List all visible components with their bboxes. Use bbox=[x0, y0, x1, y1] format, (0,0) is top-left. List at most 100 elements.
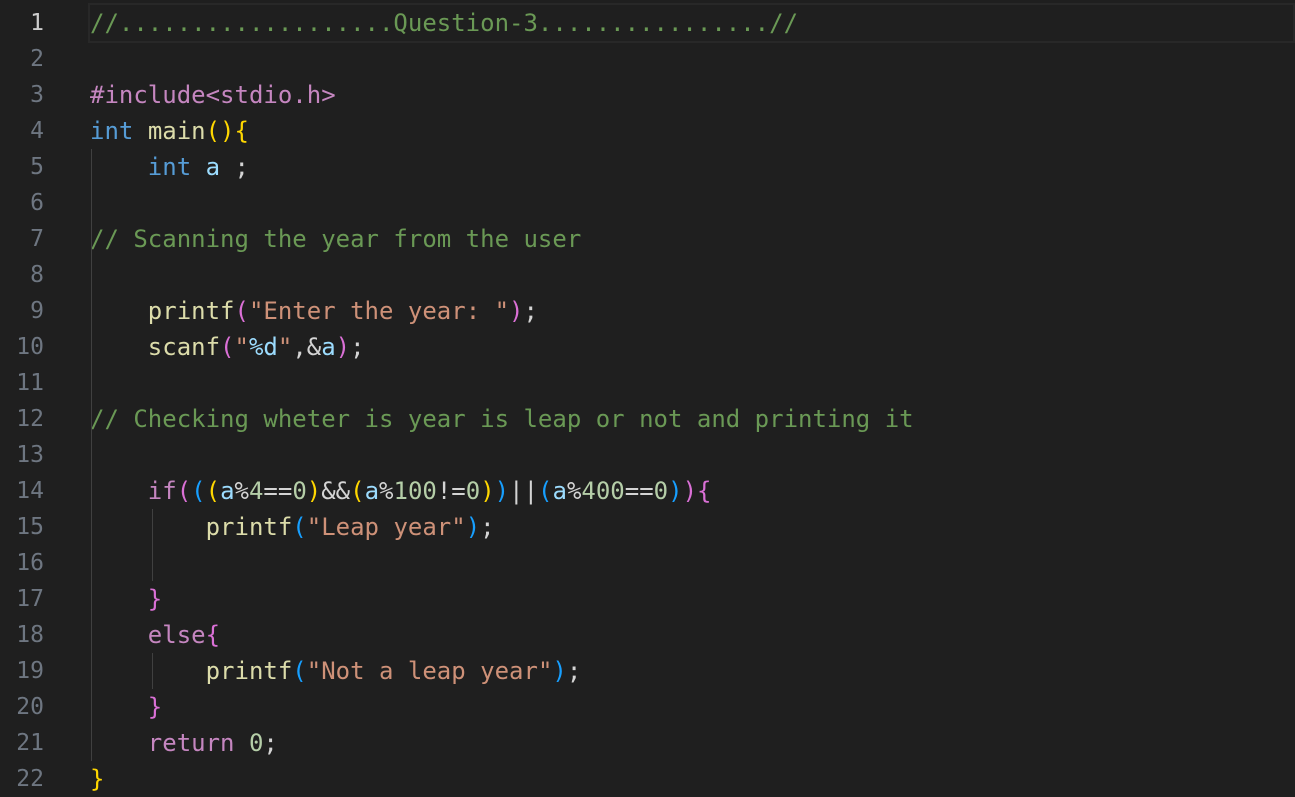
code-token: ,& bbox=[292, 333, 322, 361]
code-line[interactable] bbox=[90, 185, 1295, 221]
code-line[interactable]: return 0; bbox=[90, 725, 1295, 761]
code-token: ( bbox=[538, 477, 553, 505]
code-token: ) bbox=[494, 477, 510, 505]
code-line[interactable] bbox=[90, 437, 1295, 473]
code-token: ; bbox=[263, 729, 278, 757]
code-token: ( bbox=[234, 297, 249, 325]
code-token: %d bbox=[248, 333, 278, 361]
line-number: 5 bbox=[30, 154, 44, 180]
code-line[interactable]: } bbox=[90, 581, 1295, 617]
code-token: main bbox=[147, 117, 206, 145]
code-line[interactable]: if(((a%4==0)&&(a%100!=0))||(a%400==0)){ bbox=[90, 473, 1295, 509]
code-line[interactable]: } bbox=[90, 689, 1295, 725]
code-token: ( bbox=[292, 657, 307, 685]
line-number: 13 bbox=[16, 442, 44, 468]
code-token: if bbox=[147, 477, 177, 505]
code-line[interactable]: printf("Enter the year: "); bbox=[90, 293, 1295, 329]
code-token: // Checking wheter is year is leap or no… bbox=[90, 405, 914, 433]
code-token: { bbox=[205, 621, 221, 649]
code-area[interactable]: //...................Question-3.........… bbox=[88, 3, 1295, 797]
code-token: int bbox=[147, 153, 192, 181]
code-token: ( bbox=[191, 477, 206, 505]
code-line[interactable]: } bbox=[90, 761, 1295, 797]
code-token: % bbox=[234, 477, 249, 505]
code-token: ) bbox=[480, 477, 495, 505]
code-token: return bbox=[147, 729, 235, 757]
code-token: a bbox=[364, 477, 380, 505]
code-token: % bbox=[379, 477, 394, 505]
code-token: } bbox=[147, 585, 163, 613]
code-line[interactable]: printf("Leap year"); bbox=[90, 509, 1295, 545]
code-line[interactable] bbox=[90, 365, 1295, 401]
code-token: ) bbox=[682, 477, 698, 505]
code-line[interactable]: printf("Not a leap year"); bbox=[90, 653, 1295, 689]
line-number: 1 bbox=[30, 10, 44, 36]
code-line[interactable]: // Checking wheter is year is leap or no… bbox=[90, 401, 1295, 437]
line-number: 3 bbox=[30, 82, 44, 108]
code-token: " bbox=[277, 333, 293, 361]
line-number: 20 bbox=[16, 694, 44, 720]
code-token: " bbox=[234, 333, 249, 361]
line-number: 10 bbox=[16, 334, 44, 360]
code-token: ; bbox=[350, 333, 365, 361]
code-line[interactable]: int a ; bbox=[90, 149, 1295, 185]
code-token: 4 bbox=[248, 477, 264, 505]
code-token: && bbox=[321, 477, 351, 505]
code-token: () bbox=[205, 117, 235, 145]
code-token: a bbox=[552, 477, 567, 505]
line-number: 9 bbox=[30, 298, 44, 324]
code-token: ; bbox=[523, 297, 538, 325]
code-line[interactable] bbox=[90, 545, 1295, 581]
code-line[interactable] bbox=[90, 257, 1295, 293]
indent-guide bbox=[152, 509, 153, 581]
line-number: 15 bbox=[16, 514, 44, 540]
code-line[interactable]: #include<stdio.h> bbox=[90, 77, 1295, 113]
code-token: printf bbox=[205, 513, 293, 541]
code-line[interactable]: else{ bbox=[90, 617, 1295, 653]
code-line[interactable]: //...................Question-3.........… bbox=[88, 3, 1295, 43]
code-line[interactable]: int main(){ bbox=[90, 113, 1295, 149]
line-number: 11 bbox=[16, 370, 44, 396]
code-token: { bbox=[697, 477, 712, 505]
code-token: == bbox=[263, 477, 293, 505]
code-token: a bbox=[220, 477, 235, 505]
code-token: 0 bbox=[465, 477, 481, 505]
line-number: 14 bbox=[16, 478, 44, 504]
code-token: printf bbox=[147, 297, 235, 325]
line-number: 6 bbox=[30, 190, 44, 216]
code-line[interactable]: scanf("%d",&a); bbox=[90, 329, 1295, 365]
code-token: ) bbox=[306, 477, 322, 505]
code-line[interactable] bbox=[90, 41, 1295, 77]
code-token: #include<stdio.h> bbox=[90, 81, 336, 109]
line-number: 18 bbox=[16, 622, 44, 648]
code-token: } bbox=[90, 765, 105, 793]
code-token: ) bbox=[552, 657, 567, 685]
code-token: ; bbox=[566, 657, 582, 685]
line-number: 2 bbox=[30, 46, 44, 72]
code-token: ( bbox=[292, 513, 307, 541]
code-token: ; bbox=[480, 513, 495, 541]
line-number: 17 bbox=[16, 586, 44, 612]
code-token: { bbox=[234, 117, 249, 145]
code-token: ( bbox=[176, 477, 192, 505]
code-token: 0 bbox=[248, 729, 264, 757]
code-token: ) bbox=[668, 477, 683, 505]
code-token: //...................Question-3.........… bbox=[90, 9, 799, 37]
code-token: ) bbox=[509, 297, 524, 325]
code-token: ) bbox=[465, 513, 481, 541]
code-line[interactable]: // Scanning the year from the user bbox=[90, 221, 1295, 257]
code-token: "Leap year" bbox=[306, 513, 466, 541]
code-token: a bbox=[321, 333, 336, 361]
code-editor[interactable]: 1 2 3 4 5 6 7 8 9 10 11 12 13 14 15 16 17 18 19 20 21 22 //..… bbox=[0, 0, 1295, 797]
line-number: 8 bbox=[30, 262, 44, 288]
code-token: 0 bbox=[653, 477, 669, 505]
